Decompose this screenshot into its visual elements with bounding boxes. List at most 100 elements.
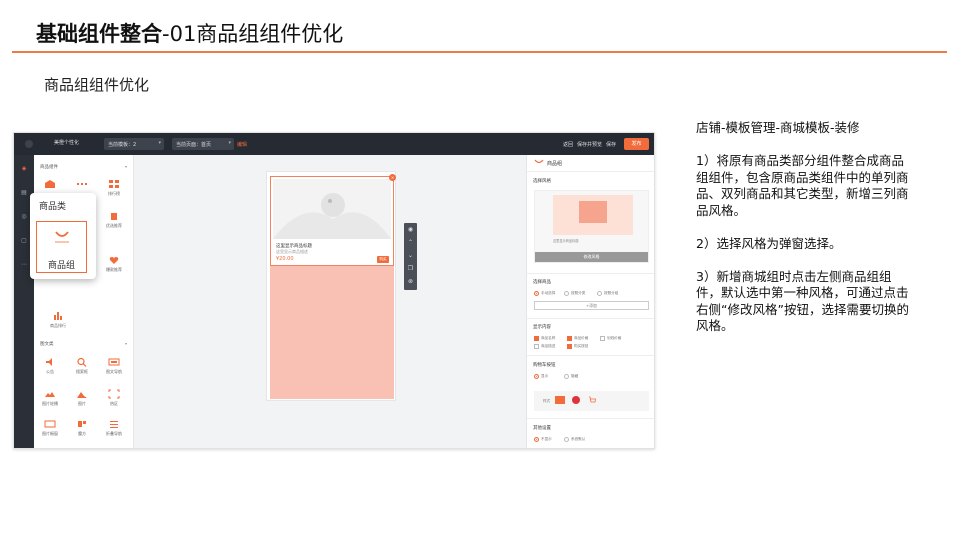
divider [527, 418, 654, 419]
notes-point-3: 3）新增商城组时点击左侧商品组组件，默认选中第一种风格，可通过点击右侧“修改风格… [696, 268, 909, 334]
option-label: 按照分组 [604, 291, 619, 295]
radio-by-group[interactable] [597, 291, 602, 296]
checkbox-strike-price[interactable] [600, 336, 605, 341]
component-tile-window[interactable]: 图片橱窗 [36, 417, 64, 439]
component-tile-fold-nav[interactable]: 折叠导航 [100, 417, 128, 439]
settings-panel: 商品组 选择风格 这里显示商品标题 修改风格 选择商品 手动选择 按照分类 按照… [526, 155, 654, 448]
chevron-down-icon: ▾ [228, 140, 231, 146]
brand-logo-icon [25, 140, 33, 148]
save-link[interactable]: 保存 [606, 141, 616, 148]
component-tile-recommend[interactable]: 优选推荐 [100, 209, 128, 231]
image-placeholder-icon [273, 193, 391, 239]
window-icon [44, 420, 56, 428]
page-select[interactable]: 当前页面：首页 ▾ [172, 138, 234, 150]
option-label: 不显示 [541, 437, 552, 441]
notes-panel: 店铺-模板管理-商城模板-装修 1）将原有商品类部分组件整合成商品组组件，包含原… [696, 120, 916, 351]
component-tile-carousel[interactable]: 图片轮播 [36, 387, 64, 409]
publish-button[interactable]: 发布 [624, 138, 649, 150]
layers-icon: ▤ [21, 189, 27, 196]
arrow-up-icon[interactable]: ⌃ [404, 239, 417, 246]
publish-button-label: 发布 [631, 141, 642, 147]
delete-circle-icon[interactable]: ⊗ [404, 278, 417, 285]
slide-title-rest: -01商品组组件优化 [162, 22, 344, 46]
modify-style-button[interactable]: 修改风格 [535, 252, 648, 262]
radio-no-show[interactable] [534, 437, 539, 442]
bag-icon [111, 213, 117, 220]
phone-preview: 这里显示商品标题 这里显示商品描述 ¥20.00 购买 × [266, 171, 396, 401]
product-group-label: 商品组 [47, 261, 75, 271]
cart-button-label: 购物车按钮 [533, 363, 556, 368]
button-style-box: 样式 [534, 391, 649, 411]
editor-screenshot: 美橙个性化 当前模板：2 ▾ 当前页面：首页 ▾ 编辑 返回 保存并预览 保存 发布… [13, 132, 655, 449]
product-group-icon [534, 159, 544, 164]
component-tile-ranking[interactable]: 排行榜 [100, 177, 128, 199]
grid-icon [109, 180, 119, 188]
option-label: 按照分类 [571, 291, 586, 295]
radio-show[interactable] [534, 374, 539, 379]
product-price: ¥20.00 [276, 256, 294, 262]
slide-title: 基础组件整合-01商品组组件优化 [36, 18, 343, 48]
component-tile-rank[interactable]: 商品排行 [44, 309, 72, 331]
section-graphic-header[interactable]: 图文类 [40, 341, 54, 347]
template-select[interactable]: 当前模板：2 ▾ [104, 138, 164, 150]
select-products-label: 选择商品 [533, 280, 551, 285]
floating-toolbar: ◉ ⌃ ⌄ ❐ ⊗ [404, 223, 417, 290]
hotspot-icon [108, 389, 120, 399]
radio-hide[interactable] [564, 374, 569, 379]
image-icon [77, 392, 87, 398]
display-content-label: 显示内容 [533, 325, 551, 330]
style-buy-button[interactable] [555, 396, 565, 404]
radio-default[interactable] [564, 437, 569, 442]
slide-subtitle: 商品组组件优化 [44, 76, 150, 94]
eye-icon[interactable]: ◉ [404, 226, 417, 233]
editor-canvas: 这里显示商品标题 这里显示商品描述 ¥20.00 购买 × ◉ ⌃ ⌄ ❐ ⊗ [134, 155, 526, 448]
style-preview[interactable]: 这里显示商品标题 修改风格 [534, 190, 649, 263]
save-preview-link[interactable]: 保存并预览 [577, 141, 602, 148]
divider [527, 318, 654, 319]
more-icon: ⋯ [21, 261, 27, 268]
rail-item-components[interactable]: ◈ [14, 165, 34, 187]
component-tile-hotspot[interactable]: 热区 [100, 387, 128, 409]
checkbox-desc[interactable] [534, 344, 539, 349]
section-product-header[interactable]: 商品组件 [40, 164, 58, 170]
callout-heading: 商品类 [39, 202, 67, 212]
buy-button[interactable]: 购买 [377, 256, 389, 263]
bag-icon [579, 201, 607, 223]
option-label: 商品价格 [574, 336, 589, 340]
checkbox-price[interactable] [567, 336, 572, 341]
button-style-label: 样式 [543, 399, 551, 403]
product-group-callout: 商品类 商品组 [30, 193, 96, 279]
components-icon: ◈ [21, 165, 27, 172]
component-tile-image[interactable]: 图片 [68, 387, 96, 409]
list-icon [110, 421, 118, 428]
component-tile-cube[interactable]: 魔方 [68, 417, 96, 439]
component-tile-search[interactable]: 搜索框 [68, 355, 96, 377]
delete-icon[interactable]: × [389, 174, 396, 181]
checkbox-buy[interactable] [567, 344, 572, 349]
image-nav-icon [108, 358, 120, 366]
checkbox-name[interactable] [534, 336, 539, 341]
copy-icon[interactable]: ❐ [404, 265, 417, 272]
divider [527, 355, 654, 356]
arrow-down-icon[interactable]: ⌄ [404, 252, 417, 259]
notes-point-1: 1）将原有商品类部分组件整合成商品组组件，包含原商品类组件中的单列商品、双列商品… [696, 153, 909, 218]
page-edit-link[interactable]: 编辑 [237, 141, 247, 148]
option-label: 购买按钮 [574, 344, 589, 348]
product-card[interactable]: 这里显示商品标题 这里显示商品描述 ¥20.00 购买 × [270, 174, 396, 266]
style-label: 选择风格 [533, 179, 551, 184]
cart-icon[interactable] [588, 396, 596, 404]
add-products-button[interactable]: +添加 [534, 301, 649, 310]
style-plus-button[interactable] [572, 396, 580, 404]
settings-icon: ◎ [21, 213, 27, 220]
radio-manual[interactable] [534, 291, 539, 296]
product-group-component[interactable]: 商品组 [36, 221, 87, 273]
radio-by-category[interactable] [564, 291, 569, 296]
slide-title-bold: 基础组件整合 [36, 22, 162, 46]
component-tile-notice[interactable]: 公告 [36, 355, 64, 377]
back-link[interactable]: 返回 [563, 141, 573, 148]
component-tile-hot[interactable]: 爆款推荐 [100, 253, 128, 275]
dots-icon [77, 183, 87, 185]
carousel-icon [45, 392, 55, 397]
option-label: 隐藏 [571, 374, 579, 378]
component-tile-nav[interactable]: 图文导航 [100, 355, 128, 377]
